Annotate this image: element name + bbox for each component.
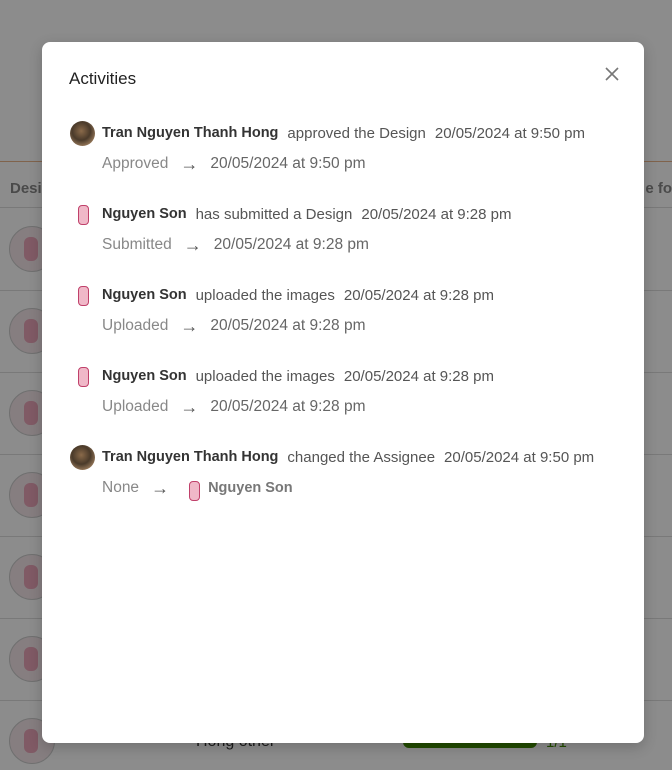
old-value: Approved	[102, 155, 169, 172]
activity-item: Tran Nguyen Thanh Hong changed the Assign…	[70, 444, 622, 504]
user-avatar	[70, 282, 95, 308]
activity-action: uploaded the images	[195, 286, 335, 304]
user-avatar	[181, 478, 202, 501]
old-value: None	[102, 479, 140, 496]
activity-action: has submitted a Design	[195, 205, 353, 223]
user-name[interactable]: Nguyen Son	[102, 368, 187, 384]
assignee-name: Nguyen Son	[208, 480, 293, 496]
activity-action: changed the Assignee	[287, 448, 436, 466]
new-value: 20/05/2024 at 9:28 pm	[213, 236, 369, 253]
arrow-right-icon: →	[180, 396, 199, 417]
old-value: Submitted	[102, 236, 172, 253]
activity-item: Nguyen Son has submitted a Design 20/05/20…	[70, 201, 622, 261]
activity-item: Nguyen Son uploaded the images 20/05/2024 …	[70, 282, 622, 342]
activity-action: uploaded the images	[195, 367, 335, 385]
arrow-right-icon: →	[151, 477, 170, 498]
activity-time: 20/05/2024 at 9:28 pm	[361, 205, 512, 223]
close-icon[interactable]	[602, 64, 622, 84]
modal-title: Activities	[69, 69, 137, 88]
activities-modal: Activities Tran Nguyen Thanh Hong approve…	[42, 42, 644, 743]
activity-time: 20/05/2024 at 9:50 pm	[444, 448, 595, 466]
activity-action: approved the Design	[287, 124, 426, 142]
activity-item: Tran Nguyen Thanh Hong approved the Desig…	[70, 120, 622, 180]
user-avatar	[70, 444, 95, 470]
arrow-right-icon: →	[183, 234, 202, 255]
user-avatar	[70, 201, 95, 227]
user-name[interactable]: Tran Nguyen Thanh Hong	[102, 125, 278, 141]
new-value: 20/05/2024 at 9:50 pm	[210, 155, 366, 172]
user-name[interactable]: Nguyen Son	[102, 287, 187, 303]
activity-item: Nguyen Son uploaded the images 20/05/2024 …	[70, 363, 622, 423]
new-value: 20/05/2024 at 9:28 pm	[210, 398, 366, 415]
arrow-right-icon: →	[180, 315, 199, 336]
new-value: 20/05/2024 at 9:28 pm	[210, 317, 366, 334]
user-name[interactable]: Tran Nguyen Thanh Hong	[102, 449, 278, 465]
activity-time: 20/05/2024 at 9:28 pm	[343, 367, 494, 385]
activity-time: 20/05/2024 at 9:50 pm	[434, 124, 585, 142]
user-avatar	[70, 120, 95, 146]
user-avatar	[70, 363, 95, 389]
old-value: Uploaded	[102, 398, 169, 415]
arrow-right-icon: →	[180, 153, 199, 174]
activity-time: 20/05/2024 at 9:28 pm	[343, 286, 494, 304]
old-value: Uploaded	[102, 317, 169, 334]
user-name[interactable]: Nguyen Son	[102, 206, 187, 222]
